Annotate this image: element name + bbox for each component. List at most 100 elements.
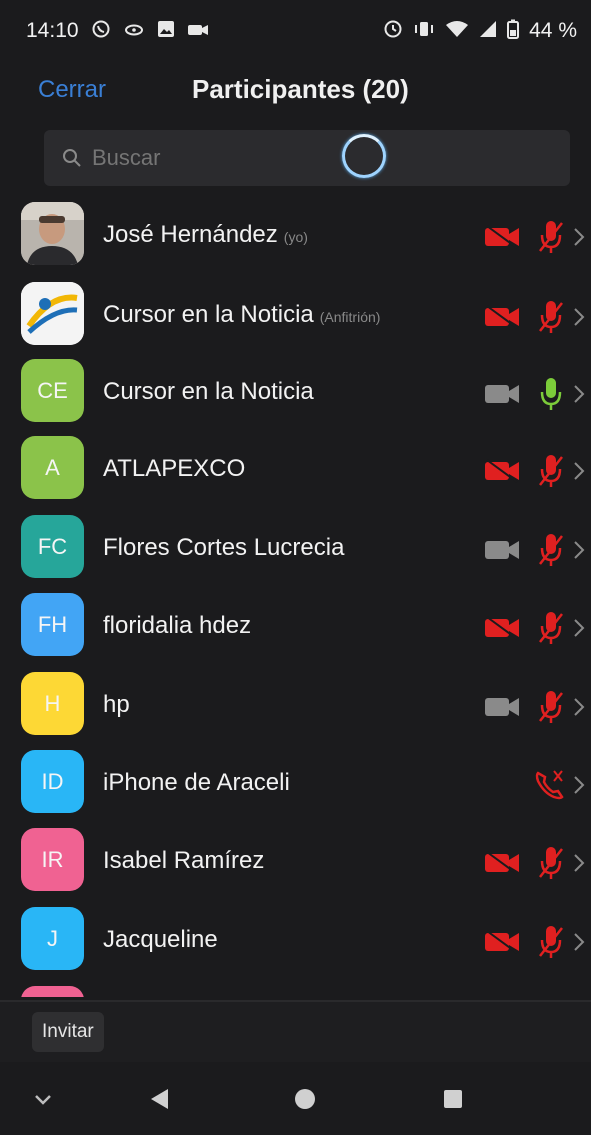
signal-icon xyxy=(479,20,497,43)
status-time: 14:10 xyxy=(26,19,79,42)
system-nav-bar xyxy=(0,1062,591,1135)
page-title: Participantes (20) xyxy=(192,74,409,104)
search-icon xyxy=(62,148,90,168)
wifi-icon xyxy=(445,20,469,43)
image-icon xyxy=(157,20,175,43)
chevron-right-icon[interactable] xyxy=(572,696,586,718)
participant-row[interactable]: J Jacqueline xyxy=(0,902,591,979)
nav-collapse-icon[interactable] xyxy=(28,1084,58,1114)
participant-row[interactable]: ID iPhone de Araceli xyxy=(0,745,591,822)
participant-name-text: floridalia hdez xyxy=(103,612,252,639)
video-on-icon[interactable] xyxy=(484,381,520,407)
participant-row[interactable]: H hp xyxy=(0,667,591,744)
participant-name: Flores Cortes Lucrecia xyxy=(103,534,344,562)
chevron-right-icon[interactable] xyxy=(572,931,586,953)
search-bar[interactable] xyxy=(44,130,570,186)
participant-row-partial[interactable] xyxy=(0,981,591,997)
battery-percent: 44 % xyxy=(529,19,577,42)
chevron-right-icon[interactable] xyxy=(572,617,586,639)
invite-button[interactable]: Invitar xyxy=(32,1012,104,1052)
nav-recents-icon[interactable] xyxy=(438,1084,468,1114)
data-saver-icon xyxy=(383,19,403,44)
participant-name: floridalia hdez xyxy=(103,612,251,640)
mic-muted-icon[interactable] xyxy=(538,453,564,489)
participant-row[interactable]: A ATLAPEXCO xyxy=(0,431,591,508)
participant-row[interactable]: Cursor en la Noticia (Anfitrión) xyxy=(0,277,591,354)
logo-avatar xyxy=(21,282,84,345)
participant-list[interactable]: José Hernández (yo) Cursor en la Noticia (… xyxy=(0,197,591,997)
mic-muted-icon[interactable] xyxy=(538,219,564,255)
participant-name-text: Isabel Ramírez xyxy=(103,847,265,874)
avatar-initials: CE xyxy=(21,359,84,422)
participant-row[interactable]: José Hernández (yo) xyxy=(0,197,591,274)
video-on-icon[interactable] xyxy=(484,694,520,720)
mic-muted-icon[interactable] xyxy=(538,924,564,960)
status-right: 44 % xyxy=(383,19,577,44)
participant-name: Cursor en la Noticia (Anfitrión) xyxy=(103,301,380,329)
video-off-icon[interactable] xyxy=(484,929,520,955)
vibrate-icon xyxy=(413,19,435,44)
status-bar: 14:10 44 % xyxy=(0,0,591,62)
close-button[interactable]: Cerrar xyxy=(38,76,106,104)
video-off-icon[interactable] xyxy=(484,458,520,484)
avatar-partial xyxy=(21,986,84,997)
participant-name-text: hp xyxy=(103,691,130,718)
participants-header: Cerrar Participantes (20) xyxy=(0,62,591,122)
mic-muted-icon[interactable] xyxy=(538,610,564,646)
participant-name-text: Cursor en la Noticia xyxy=(103,378,314,405)
avatar-initials: IR xyxy=(21,828,84,891)
participant-row[interactable]: IR Isabel Ramírez xyxy=(0,823,591,900)
avatar-initials: H xyxy=(21,672,84,735)
video-off-icon[interactable] xyxy=(484,224,520,250)
mic-muted-icon[interactable] xyxy=(538,532,564,568)
chevron-right-icon[interactable] xyxy=(572,306,586,328)
status-left: 14:10 xyxy=(26,19,209,44)
mic-muted-icon[interactable] xyxy=(538,689,564,725)
participant-name: Isabel Ramírez xyxy=(103,847,264,875)
participant-name-text: Cursor en la Noticia xyxy=(103,301,314,328)
participant-tag: (Anfitrión) xyxy=(319,309,381,325)
loading-spinner-icon xyxy=(342,134,386,178)
chevron-right-icon[interactable] xyxy=(572,539,586,561)
participant-name: Jacqueline xyxy=(103,926,218,954)
battery-icon xyxy=(507,19,520,44)
chevron-right-icon[interactable] xyxy=(572,852,586,874)
video-off-icon[interactable] xyxy=(484,304,520,330)
participant-row[interactable]: FC Flores Cortes Lucrecia xyxy=(0,510,591,587)
participant-name-text: Jacqueline xyxy=(103,926,218,953)
video-off-icon[interactable] xyxy=(484,615,520,641)
avatar-initials: FC xyxy=(21,515,84,578)
video-on-icon[interactable] xyxy=(484,537,520,563)
avatar-initials: ID xyxy=(21,750,84,813)
participant-name: iPhone de Araceli xyxy=(103,769,290,797)
participant-name-text: iPhone de Araceli xyxy=(103,769,290,796)
mic-muted-icon[interactable] xyxy=(538,299,564,335)
avatar-initials: A xyxy=(21,436,84,499)
chevron-right-icon[interactable] xyxy=(572,460,586,482)
participant-row[interactable]: CE Cursor en la Noticia xyxy=(0,354,591,431)
avatar-initials: J xyxy=(21,907,84,970)
participant-name: hp xyxy=(103,691,130,719)
participant-name: José Hernández (yo) xyxy=(103,221,308,249)
bottom-bar: Invitar xyxy=(0,1002,591,1062)
mic-muted-icon[interactable] xyxy=(538,845,564,881)
avatar-initials: FH xyxy=(21,593,84,656)
video-off-icon[interactable] xyxy=(484,850,520,876)
phone-muted-icon[interactable] xyxy=(532,767,568,803)
participant-name: ATLAPEXCO xyxy=(103,455,245,483)
link-icon xyxy=(123,21,145,42)
participant-name: Cursor en la Noticia xyxy=(103,378,314,406)
chevron-right-icon[interactable] xyxy=(572,383,586,405)
video-recording-icon xyxy=(187,21,209,42)
mic-on-icon[interactable] xyxy=(538,376,564,412)
participant-name-text: José Hernández xyxy=(103,221,278,248)
participant-name-text: Flores Cortes Lucrecia xyxy=(103,534,345,561)
nav-back-icon[interactable] xyxy=(144,1084,174,1114)
participant-row[interactable]: FH floridalia hdez xyxy=(0,588,591,665)
chevron-right-icon[interactable] xyxy=(572,774,586,796)
chevron-right-icon[interactable] xyxy=(572,226,586,248)
whatsapp-icon xyxy=(91,19,111,44)
avatar-photo xyxy=(21,202,84,265)
participant-tag: (yo) xyxy=(283,229,308,245)
nav-home-icon[interactable] xyxy=(290,1084,320,1114)
